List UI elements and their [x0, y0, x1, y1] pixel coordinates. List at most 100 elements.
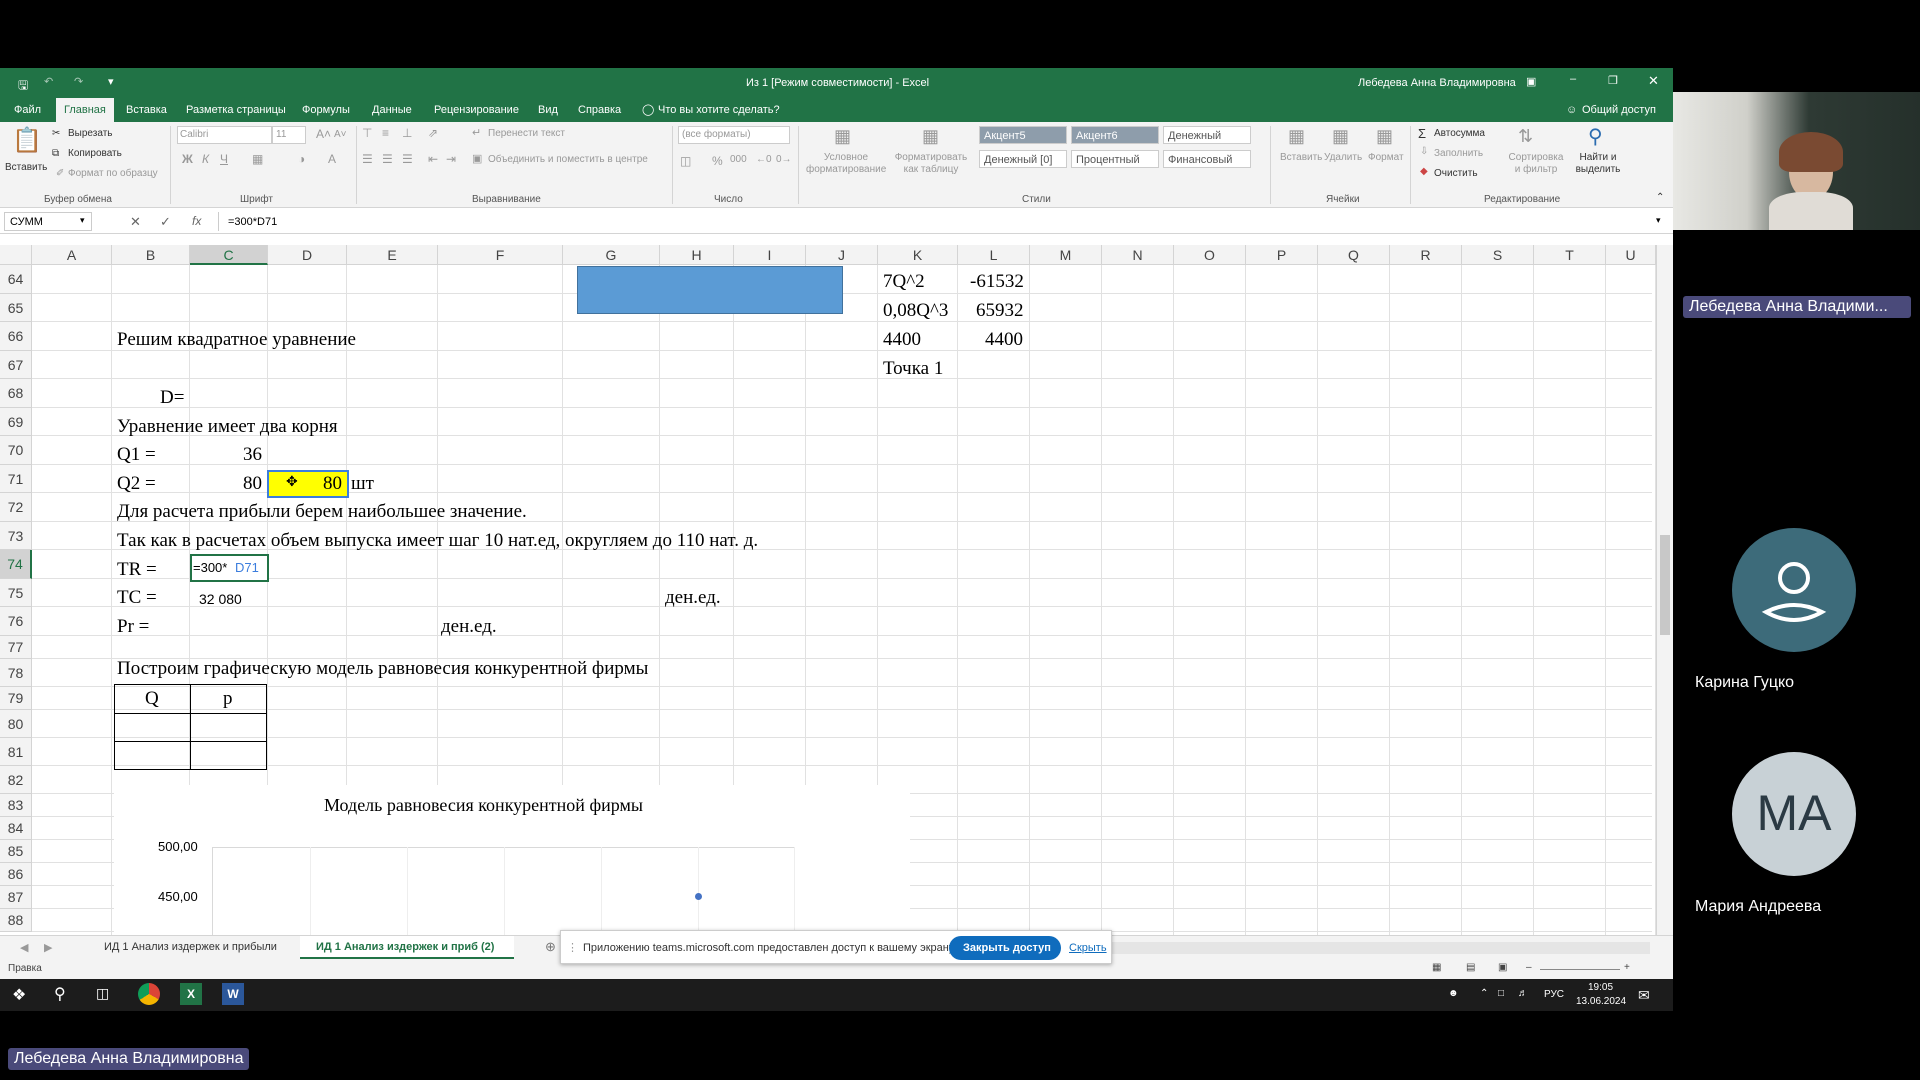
cell-b71[interactable]: Q2 =: [117, 473, 156, 495]
style-financial[interactable]: Финансовый: [1163, 150, 1251, 168]
cell-b73[interactable]: Так как в расчетах объем выпуска имеет ш…: [117, 530, 758, 552]
tab-page-layout[interactable]: Разметка страницы: [178, 98, 294, 122]
format-painter-button[interactable]: Формат по образцу: [68, 168, 158, 179]
participant-avatar-1[interactable]: [1732, 528, 1856, 652]
column-header-u[interactable]: U: [1606, 245, 1656, 265]
restore-icon[interactable]: ❐: [1608, 74, 1618, 87]
minimize-icon[interactable]: –: [1570, 73, 1576, 85]
cut-button[interactable]: Вырезать: [68, 128, 112, 139]
font-name-select[interactable]: Calibri: [180, 129, 208, 140]
chart-data-point[interactable]: [695, 893, 702, 900]
tab-data[interactable]: Данные: [364, 98, 420, 122]
cell-e71[interactable]: шт: [351, 473, 374, 495]
expand-formula-icon[interactable]: ▾: [1656, 215, 1661, 226]
row-header-81[interactable]: 81: [0, 738, 32, 766]
row-header-80[interactable]: 80: [0, 710, 32, 738]
conditional-format-button[interactable]: Условное форматирование: [806, 152, 886, 176]
tray-chevron-icon[interactable]: ⌃: [1480, 988, 1488, 999]
windows-start-icon[interactable]: ❖: [12, 985, 26, 1005]
row-header-72[interactable]: 72: [0, 493, 32, 522]
indent-icon[interactable]: ⇤: [428, 152, 438, 166]
increase-decimal-icon[interactable]: ←0: [756, 154, 772, 165]
column-header-j[interactable]: J: [806, 245, 878, 265]
row-header-85[interactable]: 85: [0, 840, 32, 863]
wrap-text-button[interactable]: Перенести текст: [488, 128, 565, 139]
cell-k65[interactable]: 0,08Q^3: [883, 300, 948, 322]
format-table-button[interactable]: Форматировать как таблицу: [890, 152, 972, 176]
zoom-slider[interactable]: [1540, 969, 1620, 970]
cell-b70[interactable]: Q1 =: [117, 444, 156, 466]
column-header-o[interactable]: O: [1174, 245, 1246, 265]
cancel-formula-icon[interactable]: ✕: [130, 214, 141, 230]
cell-l65[interactable]: 65932: [976, 300, 1024, 322]
cell-f76[interactable]: ден.ед.: [441, 616, 497, 638]
column-header-c[interactable]: C: [190, 245, 268, 265]
customize-qat-icon[interactable]: ▾: [108, 75, 114, 88]
column-header-i[interactable]: I: [734, 245, 806, 265]
redo-icon[interactable]: ↷: [74, 75, 83, 88]
fill-button[interactable]: Заполнить: [1434, 148, 1483, 159]
search-icon[interactable]: ⚲: [54, 984, 66, 1004]
clipboard-icon[interactable]: 📋: [12, 126, 42, 155]
align-right-icon[interactable]: ☰: [402, 152, 413, 166]
align-top-icon[interactable]: ⊤: [362, 126, 372, 140]
decrease-decimal-icon[interactable]: 0→: [776, 154, 792, 165]
row-header-67[interactable]: 67: [0, 351, 32, 379]
user-name[interactable]: Лебедева Анна Владимировна: [1358, 77, 1516, 89]
paste-button[interactable]: Вставить: [5, 162, 47, 173]
volume-icon[interactable]: ♬: [1518, 988, 1528, 999]
cell-c71[interactable]: 80: [243, 473, 262, 495]
row-header-77[interactable]: 77: [0, 636, 32, 659]
cell-k64[interactable]: 7Q^2: [883, 271, 925, 293]
borders-icon[interactable]: ▦: [252, 152, 263, 166]
cell-b76[interactable]: Pr =: [117, 616, 149, 638]
cell-h75[interactable]: ден.ед.: [665, 587, 721, 609]
fill-color-icon[interactable]: ◑: [298, 152, 305, 166]
column-header-s[interactable]: S: [1462, 245, 1534, 265]
row-header-82[interactable]: 82: [0, 766, 32, 794]
row-header-88[interactable]: 88: [0, 909, 32, 932]
name-box[interactable]: СУММ: [10, 216, 43, 228]
column-header-q[interactable]: Q: [1318, 245, 1390, 265]
column-header-a[interactable]: A: [32, 245, 112, 265]
cell-b72[interactable]: Для расчета прибыли берем наибольшее зна…: [117, 501, 527, 523]
cell-l64[interactable]: -61532: [970, 271, 1024, 293]
grow-font-icon[interactable]: A˄: [316, 127, 331, 141]
sheet-tab-2-active[interactable]: ИД 1 Анализ издержек и приб (2): [316, 941, 494, 953]
task-view-icon[interactable]: ◫: [96, 985, 109, 1002]
tell-me-search[interactable]: Что вы хотите сделать?: [650, 98, 788, 122]
sort-filter-button[interactable]: Сортировка и фильтр: [1506, 152, 1566, 176]
row-header-69[interactable]: 69: [0, 408, 32, 436]
shrink-font-icon[interactable]: A˅: [334, 129, 347, 140]
tab-insert[interactable]: Вставка: [118, 98, 175, 122]
excel-app-icon[interactable]: X: [180, 983, 202, 1005]
notifications-icon[interactable]: ✉: [1638, 987, 1650, 1004]
save-icon[interactable]: 🖫: [18, 76, 28, 97]
cell-c75[interactable]: 32 080: [199, 591, 242, 607]
tab-review[interactable]: Рецензирование: [426, 98, 527, 122]
add-sheet-icon[interactable]: ⊕: [545, 939, 556, 955]
row-header-76[interactable]: 76: [0, 607, 32, 636]
vertical-scroll-thumb[interactable]: [1660, 535, 1670, 635]
bold-icon[interactable]: Ж: [182, 152, 193, 166]
clear-button[interactable]: Очистить: [1434, 168, 1478, 179]
outdent-icon[interactable]: ⇥: [446, 152, 456, 166]
currency-icon[interactable]: ◫: [680, 154, 691, 168]
zoom-in-icon[interactable]: +: [1624, 962, 1630, 973]
style-currency0[interactable]: Денежный [0]: [979, 150, 1067, 168]
cell-k67[interactable]: Точка 1: [883, 358, 943, 380]
clock-date[interactable]: 13.06.2024: [1576, 996, 1626, 1007]
collapse-ribbon-icon[interactable]: ⌃: [1656, 192, 1664, 203]
row-header-79[interactable]: 79: [0, 687, 32, 710]
next-sheet-icon[interactable]: ▶: [44, 941, 52, 954]
horizontal-scrollbar[interactable]: [1110, 942, 1650, 954]
row-header-65[interactable]: 65: [0, 294, 32, 322]
cell-b78[interactable]: Построим графическую модель равновесия к…: [117, 658, 648, 680]
row-header-83[interactable]: 83: [0, 794, 32, 817]
row-header-71[interactable]: 71: [0, 465, 32, 493]
page-layout-view-icon[interactable]: ▤: [1466, 962, 1475, 973]
align-bottom-icon[interactable]: ⊥: [402, 126, 412, 140]
name-box-dropdown-icon[interactable]: ▾: [80, 215, 85, 226]
select-all-corner[interactable]: [0, 245, 32, 265]
tab-file[interactable]: Файл: [6, 98, 49, 122]
